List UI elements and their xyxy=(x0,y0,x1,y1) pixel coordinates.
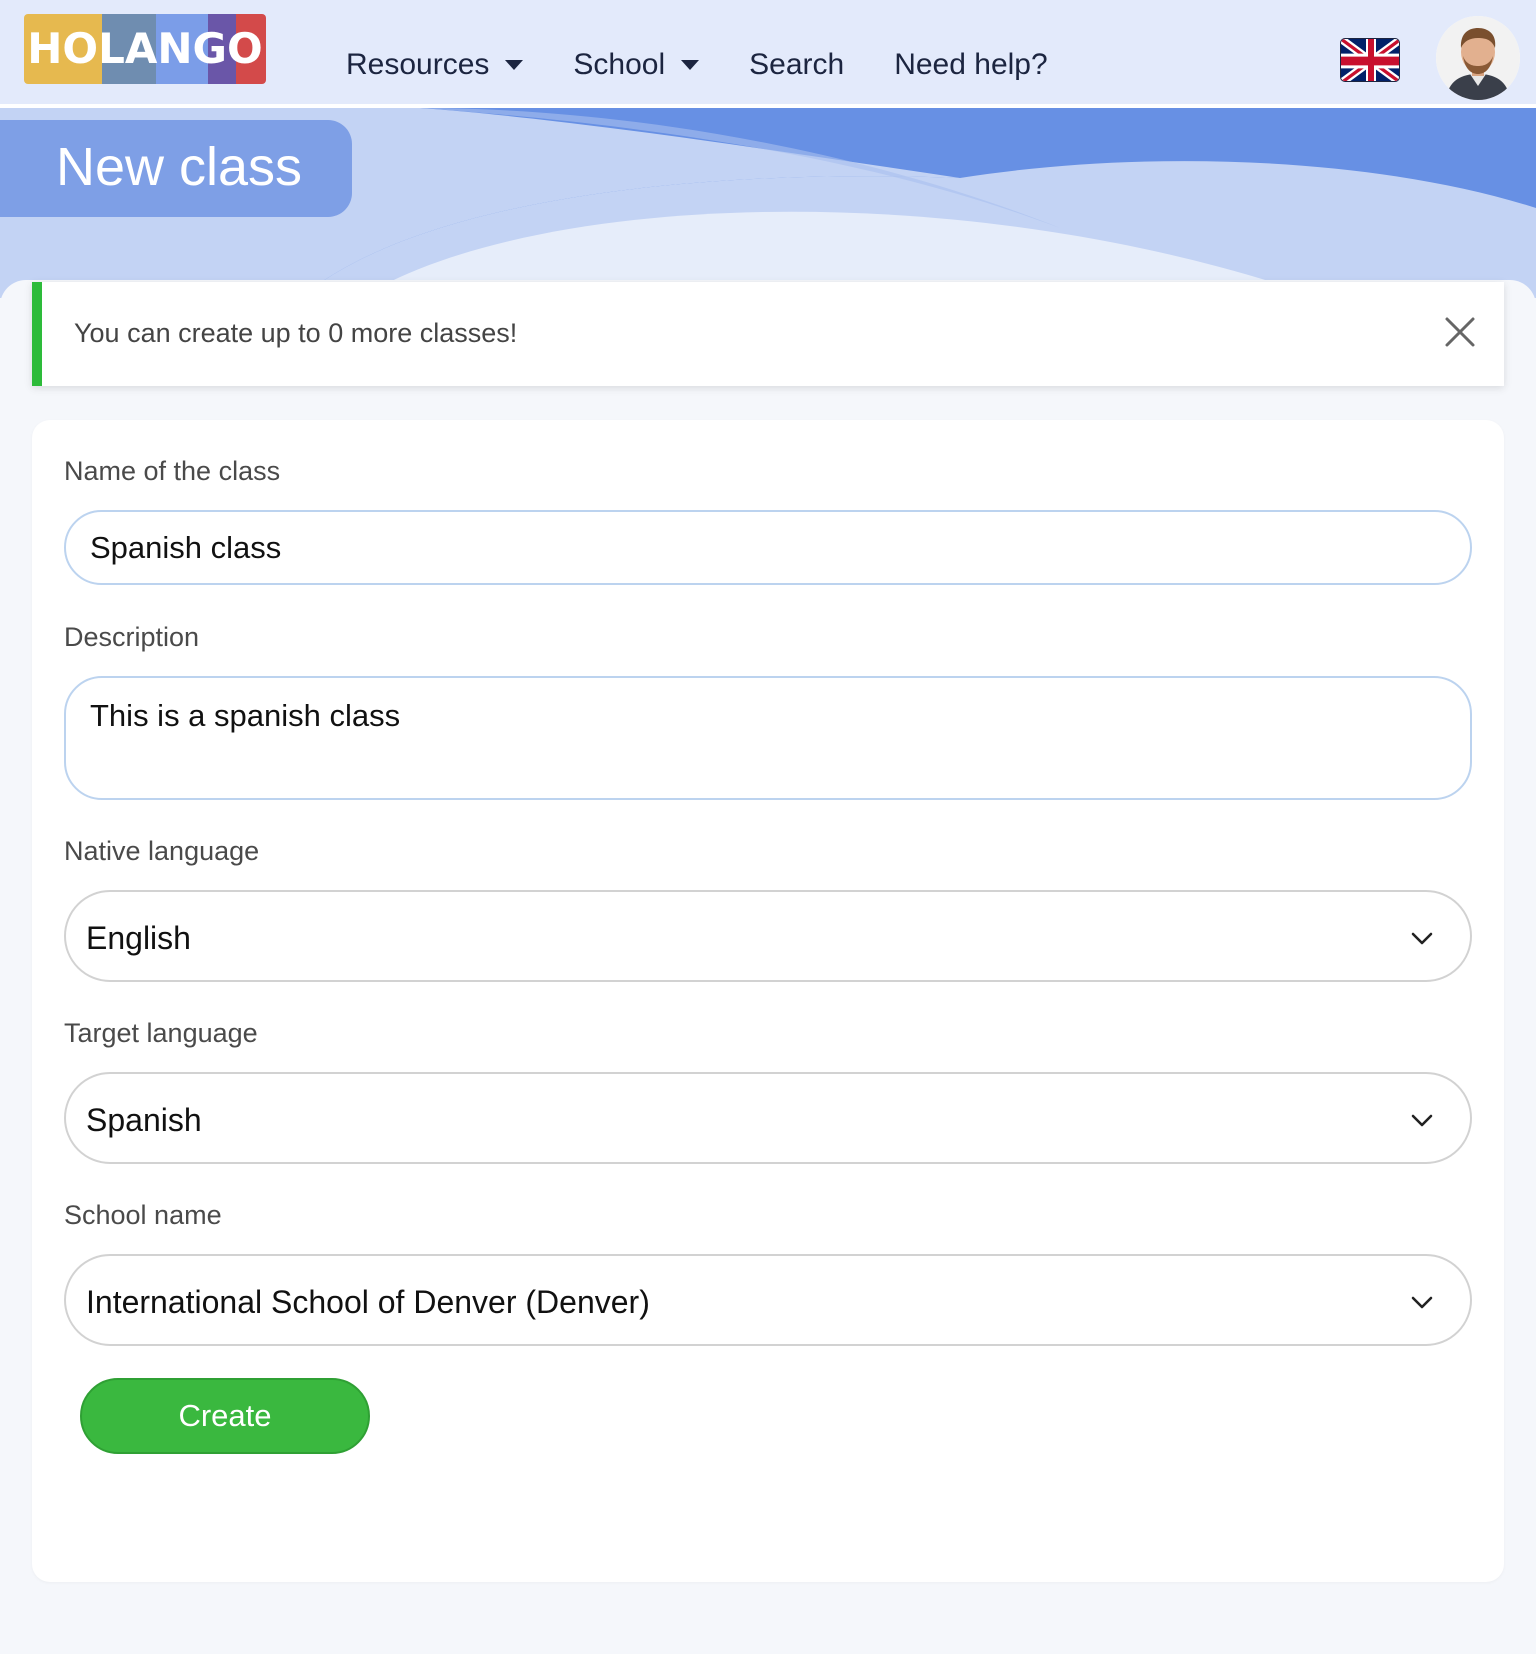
school-name-select[interactable]: International School of Denver (Denver) xyxy=(64,1254,1472,1346)
class-name-label: Name of the class xyxy=(64,456,281,486)
class-limit-alert: You can create up to 0 more classes! xyxy=(32,282,1504,386)
nav-search-label: Search xyxy=(749,48,845,81)
school-name-label: School name xyxy=(64,1200,222,1230)
caret-down-icon xyxy=(681,60,700,70)
caret-down-icon xyxy=(505,60,524,70)
description-label: Description xyxy=(64,622,200,652)
holango-logo[interactable]: HOLANGO xyxy=(24,14,266,84)
school-name-value: International School of Denver (Denver) xyxy=(86,1284,650,1320)
create-button[interactable]: Create xyxy=(80,1378,370,1454)
nav-school-label: School xyxy=(573,48,666,81)
page-title: New class xyxy=(56,137,303,197)
nav-school-dropdown[interactable]: School xyxy=(573,48,700,82)
user-avatar[interactable] xyxy=(1436,16,1520,100)
nav-help-label: Need help? xyxy=(894,48,1048,81)
nav-resources-dropdown[interactable]: Resources xyxy=(346,48,524,82)
nav-links: Resources School Search Need help? xyxy=(346,48,1098,82)
chevron-down-icon xyxy=(1410,1290,1434,1314)
logo-text: HOLANGO xyxy=(27,24,263,73)
target-language-value: Spanish xyxy=(86,1102,202,1138)
description-textarea[interactable]: This is a spanish class xyxy=(64,676,1472,800)
alert-message: You can create up to 0 more classes! xyxy=(74,318,518,348)
native-language-label: Native language xyxy=(64,836,260,866)
nav-search-link[interactable]: Search xyxy=(749,48,844,82)
nav-help-link[interactable]: Need help? xyxy=(894,48,1047,82)
native-language-select[interactable]: English xyxy=(64,890,1472,982)
new-class-form: Name of the class Description This is a … xyxy=(32,420,1504,1582)
close-icon[interactable] xyxy=(1442,314,1478,350)
chevron-down-icon xyxy=(1410,1108,1434,1132)
top-navbar: HOLANGO Resources School Search Need hel… xyxy=(0,0,1536,108)
target-language-select[interactable]: Spanish xyxy=(64,1072,1472,1164)
native-language-value: English xyxy=(86,920,191,956)
class-name-input[interactable] xyxy=(64,510,1472,585)
target-language-label: Target language xyxy=(64,1018,258,1048)
uk-flag-icon[interactable] xyxy=(1340,38,1400,82)
chevron-down-icon xyxy=(1410,926,1434,950)
page-title-box: New class xyxy=(0,120,352,217)
nav-resources-label: Resources xyxy=(346,48,490,81)
